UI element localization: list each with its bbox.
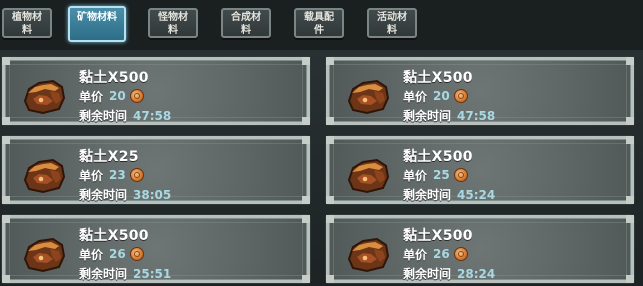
card-corner [2, 136, 10, 144]
coin-icon [453, 89, 468, 103]
remaining-time-value: 47:58 [457, 108, 496, 123]
card-corner [326, 136, 334, 144]
price-label: 单价 [403, 247, 428, 262]
price-value: 26 [433, 247, 450, 261]
price-label: 单价 [403, 89, 428, 104]
card-corner [302, 136, 310, 144]
time-row: 剩余时间 45:24 [403, 186, 495, 203]
card-corner [326, 215, 334, 223]
card-corner [326, 117, 334, 125]
listing-card[interactable]: 黏土X500 单价 26 剩余时间 25:51 [2, 215, 310, 283]
listing-card[interactable]: 黏土X25 单价 23 剩余时间 38:05 [2, 136, 310, 204]
clay-icon [23, 158, 66, 194]
coin-icon [129, 247, 144, 261]
card-corner [326, 57, 334, 65]
clay-icon [23, 237, 66, 273]
tab-label: 合成材料 [231, 12, 261, 36]
remaining-time-value: 38:05 [133, 187, 172, 202]
remaining-time-label: 剩余时间 [403, 109, 452, 123]
remaining-time-label: 剩余时间 [403, 188, 452, 202]
price-value: 26 [109, 247, 126, 261]
price-label: 单价 [79, 168, 104, 183]
card-corner [2, 275, 10, 283]
card-corner [626, 136, 634, 144]
remaining-time-label: 剩余时间 [403, 267, 452, 281]
remaining-time-value: 28:24 [457, 266, 496, 281]
item-name: 黏土X500 [403, 70, 473, 86]
price-row: 单价 26 [79, 246, 144, 262]
card-corner [302, 196, 310, 204]
coin-icon [453, 247, 468, 261]
price-value: 23 [109, 168, 126, 182]
clay-icon [23, 79, 66, 115]
card-corner [2, 117, 10, 125]
tab-plant-materials[interactable]: 植物材料 [2, 8, 52, 38]
clay-icon [347, 237, 390, 273]
item-name: 黏土X25 [79, 149, 139, 165]
coin-icon [129, 168, 144, 182]
category-tab-bar: 植物材料 矿物材料 怪物材料 合成材料 载具配件 活动材料 [0, 0, 643, 50]
card-corner [302, 117, 310, 125]
tab-label: 植物材料 [12, 12, 42, 36]
tab-event-materials[interactable]: 活动材料 [367, 8, 417, 38]
time-row: 剩余时间 47:58 [403, 107, 495, 124]
clay-icon [347, 79, 390, 115]
remaining-time-label: 剩余时间 [79, 188, 128, 202]
card-corner [2, 57, 10, 65]
price-value: 20 [109, 89, 126, 103]
item-name: 黏土X500 [79, 70, 149, 86]
item-name: 黏土X500 [403, 149, 473, 165]
card-corner [626, 215, 634, 223]
card-corner [326, 196, 334, 204]
listing-card[interactable]: 黏土X500 单价 26 剩余时间 28:24 [326, 215, 634, 283]
time-row: 剩余时间 47:58 [79, 107, 171, 124]
clay-icon [347, 158, 390, 194]
price-value: 20 [433, 89, 450, 103]
time-row: 剩余时间 25:51 [79, 265, 171, 282]
listing-card[interactable]: 黏土X500 单价 25 剩余时间 45:24 [326, 136, 634, 204]
listing-card[interactable]: 黏土X500 单价 20 剩余时间 47:58 [2, 57, 310, 125]
listing-card[interactable]: 黏土X500 单价 20 剩余时间 47:58 [326, 57, 634, 125]
price-row: 单价 20 [403, 88, 468, 104]
tab-label: 怪物材料 [158, 12, 188, 36]
card-corner [302, 57, 310, 65]
card-corner [2, 215, 10, 223]
tab-label: 载具配件 [304, 12, 334, 36]
coin-icon [129, 89, 144, 103]
tab-mineral-materials[interactable]: 矿物材料 [68, 6, 126, 42]
item-name: 黏土X500 [79, 228, 149, 244]
remaining-time-label: 剩余时间 [79, 109, 128, 123]
card-corner [626, 196, 634, 204]
remaining-time-value: 45:24 [457, 187, 496, 202]
remaining-time-label: 剩余时间 [79, 267, 128, 281]
price-label: 单价 [79, 89, 104, 104]
tab-label: 活动材料 [377, 12, 407, 36]
price-label: 单价 [79, 247, 104, 262]
time-row: 剩余时间 38:05 [79, 186, 171, 203]
price-label: 单价 [403, 168, 428, 183]
card-corner [302, 215, 310, 223]
card-corner [626, 117, 634, 125]
time-row: 剩余时间 28:24 [403, 265, 495, 282]
price-row: 单价 23 [79, 167, 144, 183]
remaining-time-value: 47:58 [133, 108, 172, 123]
item-name: 黏土X500 [403, 228, 473, 244]
price-row: 单价 20 [79, 88, 144, 104]
price-value: 25 [433, 168, 450, 182]
price-row: 单价 25 [403, 167, 468, 183]
price-row: 单价 26 [403, 246, 468, 262]
remaining-time-value: 25:51 [133, 266, 172, 281]
tab-vehicle-parts[interactable]: 载具配件 [294, 8, 344, 38]
card-corner [302, 275, 310, 283]
card-corner [326, 275, 334, 283]
card-corner [626, 275, 634, 283]
tab-crafting-materials[interactable]: 合成材料 [221, 8, 271, 38]
tab-monster-materials[interactable]: 怪物材料 [148, 8, 198, 38]
coin-icon [453, 168, 468, 182]
card-corner [626, 57, 634, 65]
tab-label: 矿物材料 [77, 12, 117, 23]
card-corner [2, 196, 10, 204]
